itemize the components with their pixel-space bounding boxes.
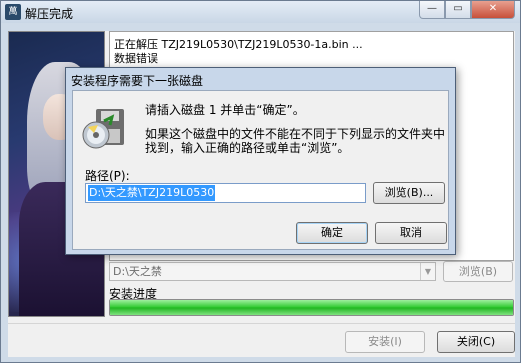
install-button[interactable]: 安装(I) [345,331,425,353]
dialog-title: 安装程序需要下一张磁盘 [71,74,204,88]
close-button[interactable]: 关闭(C) [437,331,515,353]
divider [8,323,515,324]
progress-bar [109,299,514,316]
path-instructions: 如果这个磁盘中的文件不能在不同于下列显示的文件夹中找到，输入正确的路径或单击“浏… [145,127,446,155]
window-title: 解压完成 [25,7,74,21]
insert-disk-message: 请插入磁盘 1 并单击“确定”。 [145,103,305,117]
path-label: 路径(P): [85,169,130,183]
install-path-value: D:\天之禁 [113,265,162,278]
path-input-value: D:\天之禁\TZJ219L0530 [88,185,216,201]
close-window-button[interactable]: ✕ [471,1,515,19]
title-bar[interactable]: 萬 解压完成 — ▭ ✕ [1,1,520,23]
minimize-button[interactable]: — [419,1,445,19]
path-input[interactable]: D:\天之禁\TZJ219L0530 [85,183,366,203]
log-line: 正在解压 TZJ219L0530\TZJ219L0530-1a.bin ... [114,38,363,51]
install-path-combobox[interactable]: D:\天之禁 ▼ [109,262,436,281]
cancel-button[interactable]: 取消 [375,222,447,244]
chevron-down-icon[interactable]: ▼ [420,263,435,280]
disk-icon [82,109,124,149]
log-line: 数据错误 [114,52,158,65]
browse-button-disabled[interactable]: 浏览(B) [443,261,513,282]
dialog-body: 请插入磁盘 1 并单击“确定”。 如果这个磁盘中的文件不能在不同于下列显示的文件… [72,90,449,250]
maximize-button[interactable]: ▭ [445,1,471,19]
ok-button[interactable]: 确定 [296,222,368,244]
dialog-browse-button[interactable]: 浏览(B)... [373,182,445,204]
next-disk-dialog: 安装程序需要下一张磁盘 请插入磁盘 1 并单击“确定”。 如果这个磁盘中的文件不… [65,67,456,255]
progress-fill [110,300,513,315]
app-icon: 萬 [5,4,21,20]
installer-window: 萬 解压完成 — ▭ ✕ 正在解压 TZJ219L0530\TZJ219L053… [0,0,521,363]
